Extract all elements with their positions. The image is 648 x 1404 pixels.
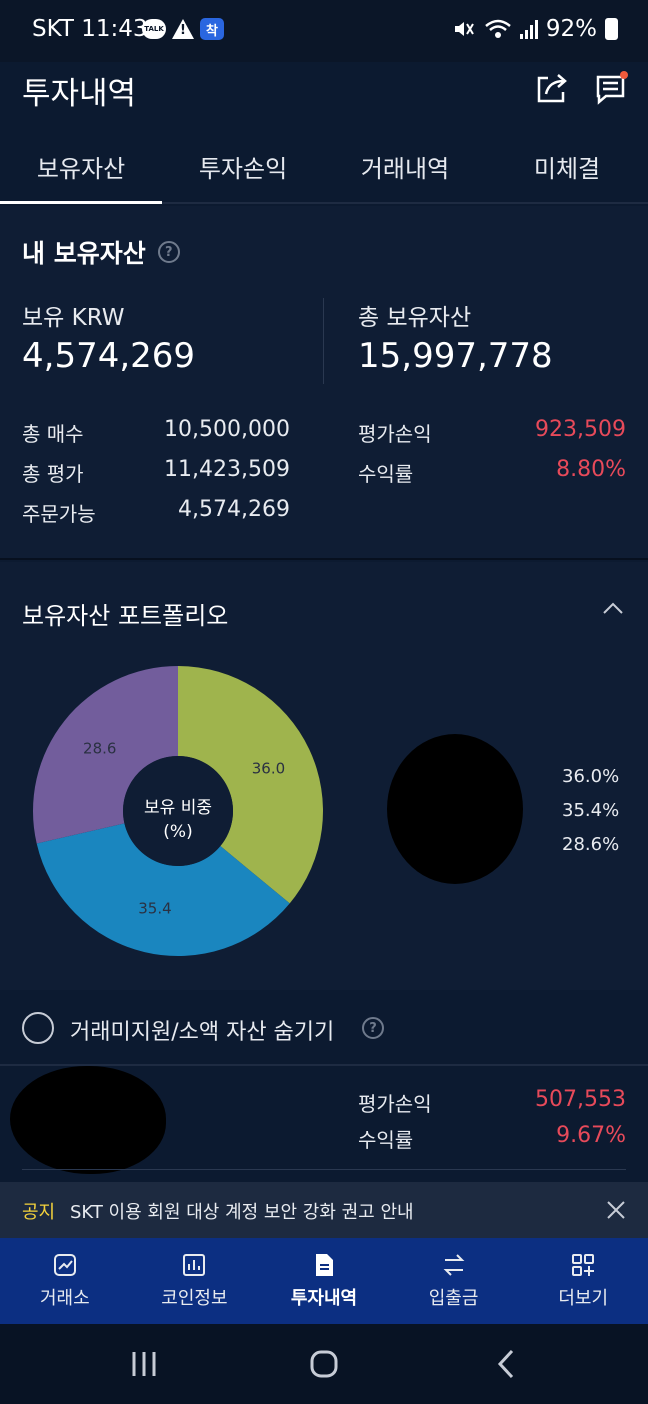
wifi-icon [485,19,511,38]
notice-tag: 공지 [22,1202,56,1223]
tab-pending-orders[interactable]: 미체결 [486,130,648,202]
holdings-summary: 내 보유자산 ? 보유 KRW 4,574,269 총 보유자산 15,997,… [0,206,648,558]
message-icon[interactable] [594,70,630,106]
warning-icon [172,19,194,39]
redacted-asset-name [10,1066,166,1174]
return-rate-value: 8.80% [556,457,626,482]
close-icon[interactable] [606,1200,626,1220]
asset-pl-value: 507,553 [535,1087,626,1112]
battery-percent: 92% [545,16,597,42]
hide-small-assets-radio[interactable] [22,1012,54,1044]
system-navigation-bar [0,1324,648,1404]
total-buy-label: 총 매수 [22,422,84,446]
battery-icon [605,18,618,40]
nav-more[interactable]: 더보기 [518,1238,648,1324]
notice-banner[interactable]: 공지 SKT 이용 회원 대상 계정 보안 강화 권고 안내 [0,1182,648,1238]
nav-exchange[interactable]: 거래소 [0,1238,130,1324]
donut-center-unit: (%) [163,822,192,842]
nav-coin-info-label: 코인정보 [161,1288,228,1309]
bottom-navigation: 거래소 코인정보 투자내역 입출금 더보기 [0,1238,648,1324]
nav-investments[interactable]: 투자내역 [259,1238,389,1324]
divider [323,298,324,384]
document-icon [315,1254,333,1276]
status-notification-icons: TALK 착 [142,18,224,40]
total-eval-label: 총 평가 [22,462,84,486]
donut-slice-label: 35.4 [138,899,171,917]
total-buy-value: 10,500,000 [164,417,290,442]
signal-icon [519,19,538,39]
nav-deposit-withdraw[interactable]: 입출금 [389,1238,519,1324]
recent-apps-icon[interactable] [128,1348,160,1380]
chevron-up-icon[interactable] [602,598,624,620]
share-icon[interactable] [534,70,570,106]
app-header: 투자내역 [0,62,648,122]
page-title: 투자내역 [22,76,137,112]
holdings-title: 내 보유자산 ? [22,234,180,270]
total-eval-value: 11,423,509 [164,457,290,482]
orderable-label: 주문가능 [22,502,96,526]
asset-rate-label: 수익률 [358,1128,414,1152]
nav-more-label: 더보기 [558,1288,609,1309]
asset-list-item[interactable]: 평가손익 507,553 수익률 9.67% [0,1066,648,1182]
notice-text[interactable]: SKT 이용 회원 대상 계정 보안 강화 권고 안내 [70,1198,414,1224]
status-bar: SKT 11:43 TALK 착 92% [0,0,648,62]
krw-value: 4,574,269 [22,336,196,376]
nav-exchange-label: 거래소 [39,1288,90,1309]
divider [22,1169,626,1170]
asset-rate-value: 9.67% [556,1123,626,1148]
orderable-value: 4,574,269 [178,497,290,522]
portfolio-donut-chart: 보유 비중 (%) 36.0 35.4 28.6 [32,666,324,956]
eval-pl-value: 923,509 [535,417,626,442]
nav-coin-info[interactable]: 코인정보 [130,1238,260,1324]
portfolio-title: 보유자산 포트폴리오 [22,602,229,630]
hide-small-assets-row: 거래미지원/소액 자산 숨기기 ? [0,990,648,1066]
home-icon[interactable] [308,1348,340,1380]
status-time: SKT 11:43 [32,16,148,42]
app-notification-icon: 착 [200,18,224,40]
transfer-icon [443,1254,464,1276]
mute-icon [454,22,474,36]
grid-plus-icon [572,1254,595,1276]
legend-value-1: 36.0% [562,766,620,787]
total-assets-value: 15,997,778 [358,336,553,376]
donut-slice-label: 28.6 [83,740,116,758]
tab-transactions[interactable]: 거래내역 [324,130,486,202]
return-rate-label: 수익률 [358,462,414,486]
back-icon[interactable] [492,1348,524,1380]
hide-small-assets-label[interactable]: 거래미지원/소액 자산 숨기기 [70,1014,334,1046]
kakaotalk-icon: TALK [142,19,166,39]
portfolio-section: 보유자산 포트폴리오 보유 비중 (%) 36.0 35.4 28.6 36.0% … [0,562,648,990]
donut-center-label: 보유 비중 [144,798,212,818]
krw-label: 보유 KRW [22,305,125,331]
nav-deposit-withdraw-label: 입출금 [428,1288,479,1309]
chart-line-icon [53,1254,76,1276]
tab-profit-loss[interactable]: 투자손익 [162,130,324,202]
redacted-legend-area [387,734,523,884]
eval-pl-label: 평가손익 [358,422,432,446]
legend-value-3: 28.6% [562,834,620,855]
donut-slice-label: 36.0 [252,759,285,777]
help-icon[interactable]: ? [362,1017,384,1039]
legend-value-2: 35.4% [562,800,620,821]
help-icon[interactable]: ? [157,241,180,263]
bar-chart-icon [183,1254,206,1276]
section-separator [0,558,648,560]
nav-investments-label: 투자내역 [290,1288,358,1309]
tab-holdings[interactable]: 보유자산 [0,130,162,204]
total-assets-label: 총 보유자산 [358,305,472,331]
holdings-title-text: 내 보유자산 [22,239,146,268]
asset-pl-label: 평가손익 [358,1092,432,1116]
status-system-icons: 92% [452,16,618,42]
tab-bar: 보유자산 투자손익 거래내역 미체결 [0,130,648,204]
